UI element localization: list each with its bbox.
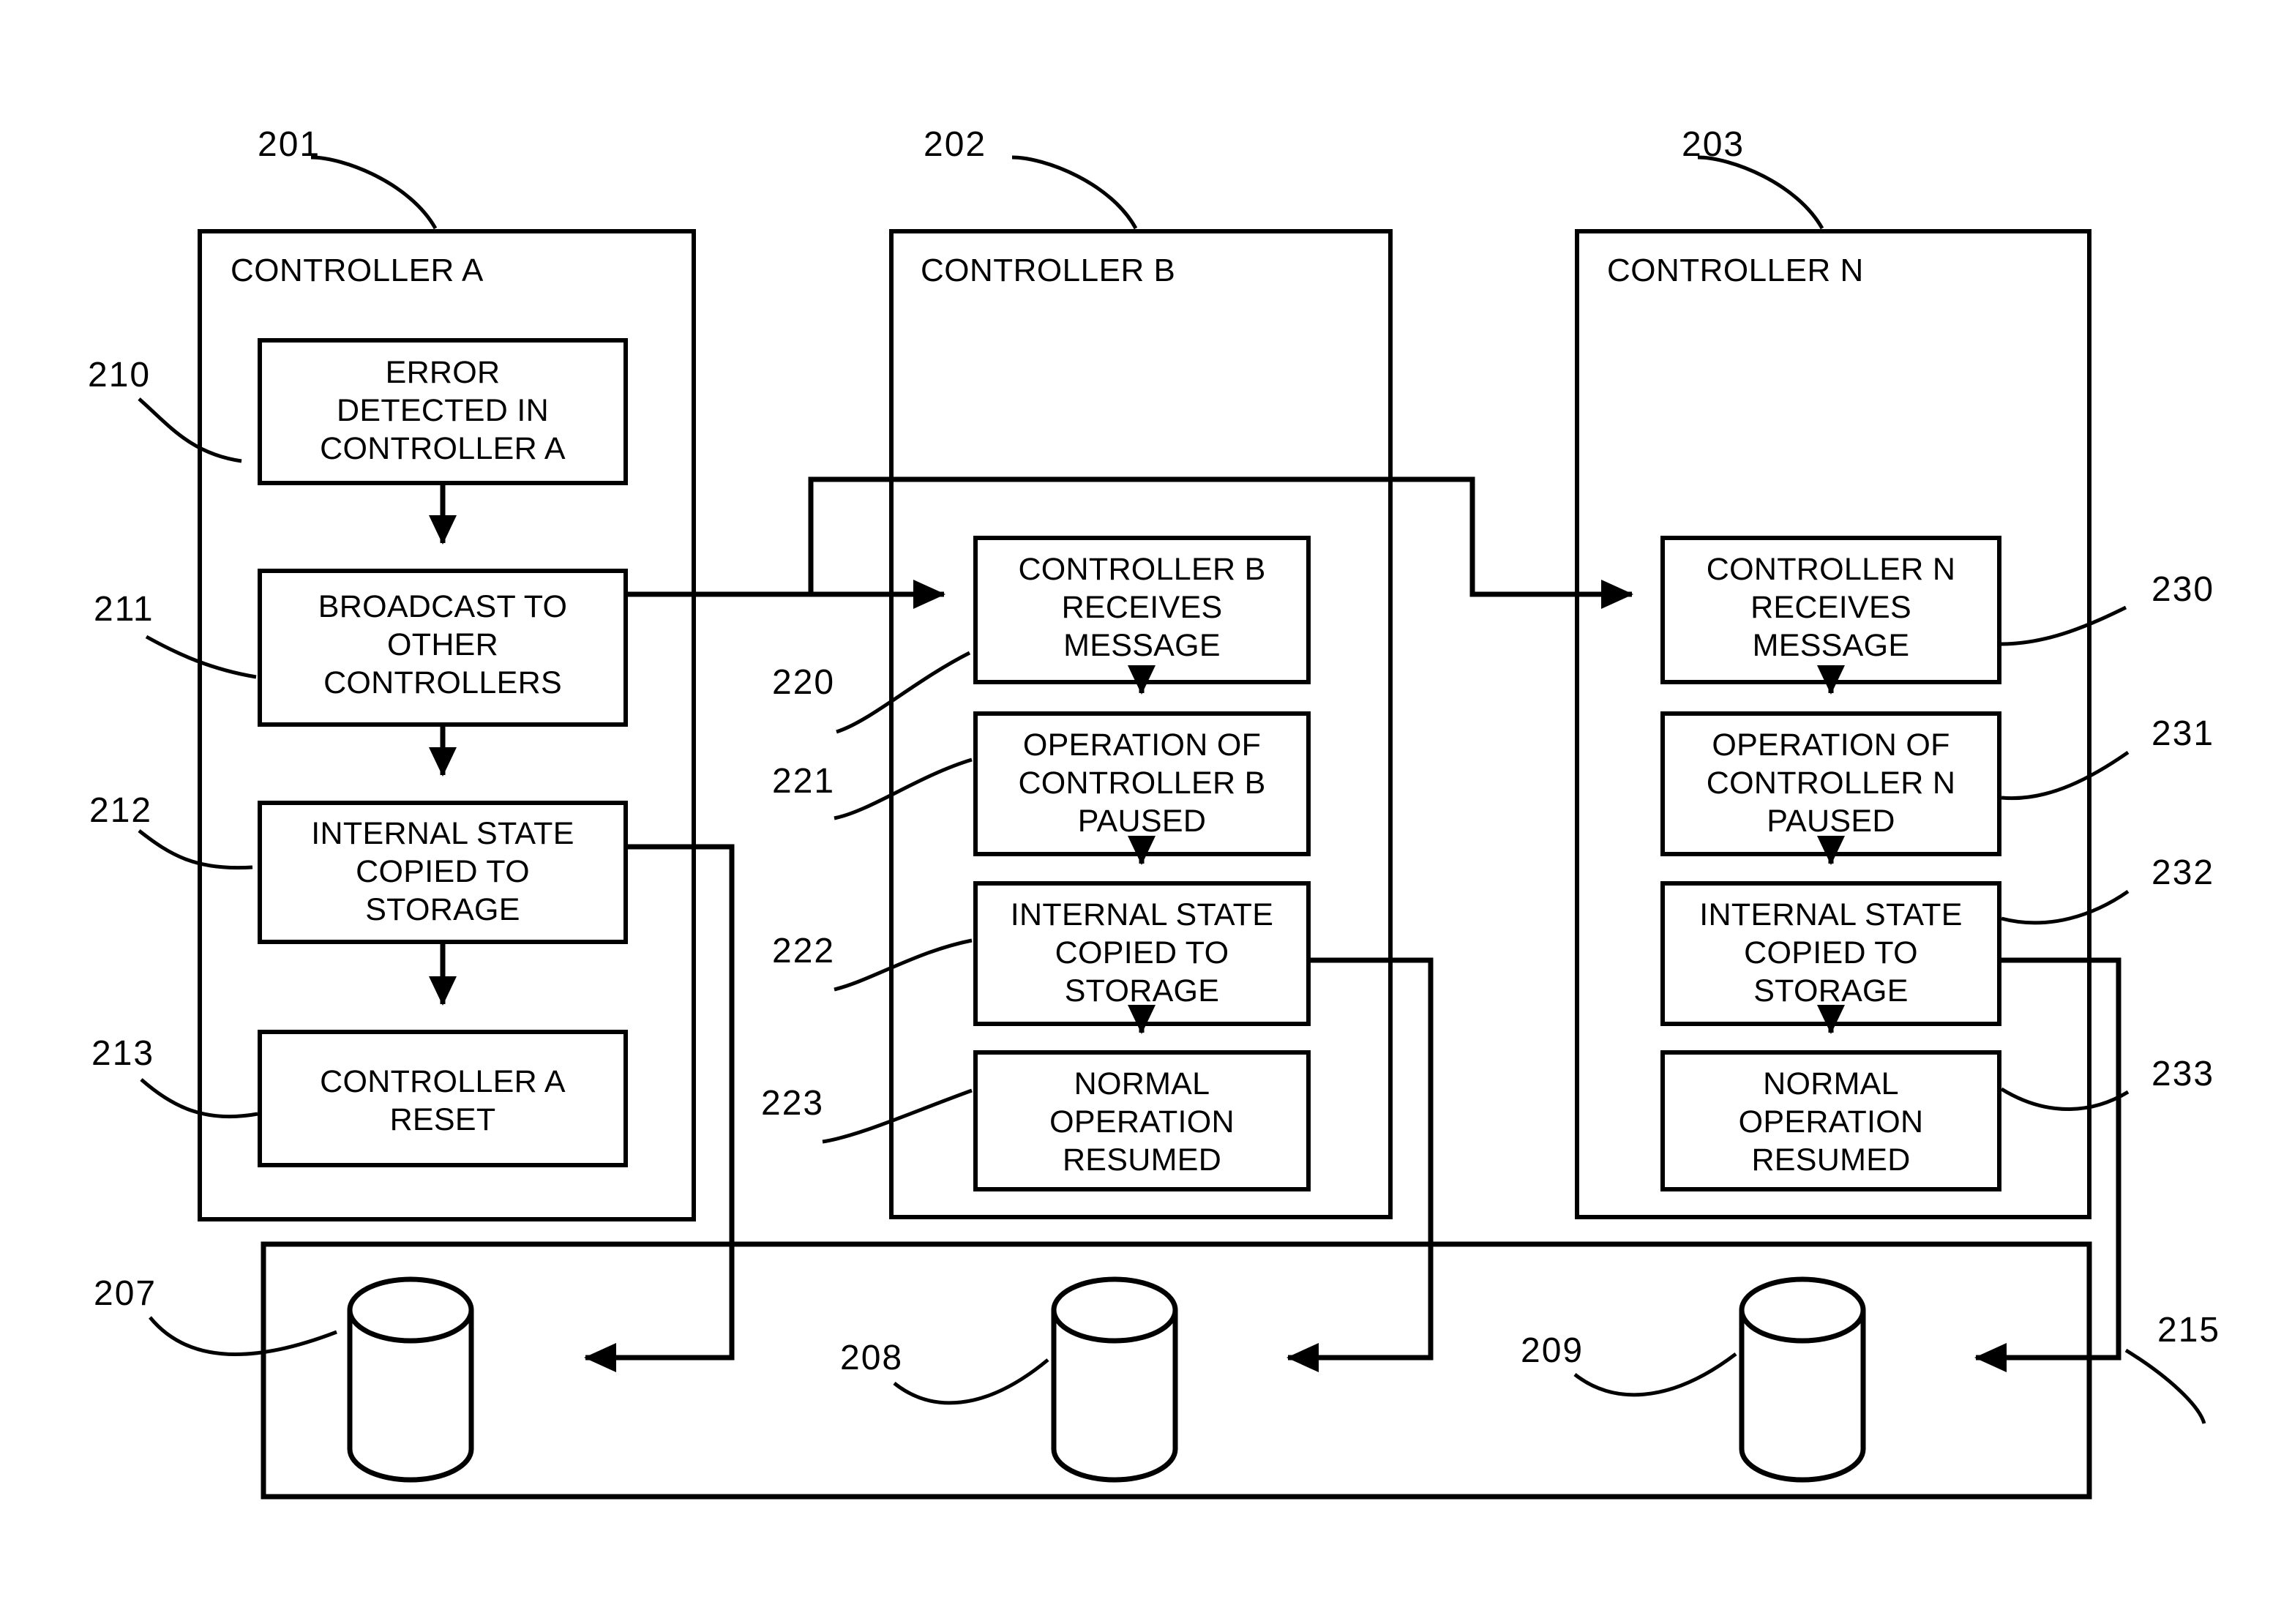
step-210-line3: CONTROLLER A bbox=[320, 431, 566, 466]
leader-210 bbox=[138, 397, 242, 463]
step-231-line1: OPERATION OF bbox=[1712, 727, 1950, 763]
step-210-line1: ERROR bbox=[385, 355, 501, 390]
step-211-line1: BROADCAST TO bbox=[318, 589, 568, 624]
step-211-line2: OTHER bbox=[387, 627, 498, 662]
disk-208 bbox=[1051, 1276, 1178, 1483]
step-212-text: INTERNAL STATE COPIED TO STORAGE bbox=[260, 815, 626, 929]
step-223-line2: OPERATION bbox=[1049, 1104, 1235, 1140]
step-231-line3: PAUSED bbox=[1767, 804, 1895, 839]
leader-203 bbox=[1697, 155, 1824, 230]
leader-230 bbox=[2001, 605, 2127, 646]
step-221-line2: CONTROLLER B bbox=[1018, 766, 1266, 801]
leader-215 bbox=[2124, 1348, 2206, 1424]
step-212-line3: STORAGE bbox=[365, 892, 520, 927]
ref-230: 230 bbox=[2151, 570, 2215, 609]
controller-a-title: CONTROLLER A bbox=[231, 252, 484, 288]
leader-222 bbox=[834, 938, 973, 992]
step-232-line1: INTERNAL STATE bbox=[1699, 897, 1963, 932]
step-212-line2: COPIED TO bbox=[356, 854, 530, 889]
step-211-text: BROADCAST TO OTHER CONTROLLERS bbox=[260, 588, 626, 702]
step-210-text: ERROR DETECTED IN CONTROLLER A bbox=[260, 353, 626, 468]
leader-221 bbox=[834, 757, 973, 820]
step-213-line1: CONTROLLER A bbox=[320, 1064, 566, 1099]
ref-212: 212 bbox=[89, 791, 153, 830]
step-233-line3: RESUMED bbox=[1751, 1142, 1911, 1178]
controller-n-title: CONTROLLER N bbox=[1607, 252, 1864, 288]
step-222-text: INTERNAL STATE COPIED TO STORAGE bbox=[972, 896, 1312, 1010]
step-213-line2: RESET bbox=[389, 1102, 496, 1137]
ref-232: 232 bbox=[2151, 853, 2215, 892]
step-232-line2: COPIED TO bbox=[1744, 935, 1918, 970]
leader-202 bbox=[1011, 155, 1138, 230]
ref-201: 201 bbox=[258, 125, 321, 164]
step-221-text: OPERATION OF CONTROLLER B PAUSED bbox=[972, 726, 1312, 840]
ref-223: 223 bbox=[761, 1084, 825, 1123]
step-212-line1: INTERNAL STATE bbox=[311, 816, 574, 851]
step-213-text: CONTROLLER A RESET bbox=[260, 1063, 626, 1139]
ref-221: 221 bbox=[772, 762, 836, 801]
step-220-text: CONTROLLER B RECEIVES MESSAGE bbox=[972, 550, 1312, 665]
ref-203: 203 bbox=[1682, 125, 1745, 164]
ref-213: 213 bbox=[91, 1034, 155, 1073]
leader-220 bbox=[836, 651, 971, 734]
ref-211: 211 bbox=[94, 590, 154, 629]
step-232-text: INTERNAL STATE COPIED TO STORAGE bbox=[1659, 896, 2003, 1010]
leader-233 bbox=[2000, 1087, 2130, 1111]
ref-215: 215 bbox=[2157, 1311, 2221, 1350]
leader-209 bbox=[1573, 1352, 1737, 1397]
ref-202: 202 bbox=[924, 125, 987, 164]
controller-b-title: CONTROLLER B bbox=[921, 252, 1176, 288]
leader-212 bbox=[138, 829, 253, 870]
step-230-text: CONTROLLER N RECEIVES MESSAGE bbox=[1659, 550, 2003, 665]
step-233-line2: OPERATION bbox=[1738, 1104, 1924, 1140]
leader-208 bbox=[893, 1358, 1049, 1405]
step-221-line3: PAUSED bbox=[1077, 804, 1207, 839]
step-221-line1: OPERATION OF bbox=[1022, 727, 1262, 763]
ref-233: 233 bbox=[2151, 1055, 2215, 1093]
disk-207 bbox=[347, 1276, 474, 1483]
step-230-line3: MESSAGE bbox=[1752, 628, 1910, 663]
ref-209: 209 bbox=[1521, 1331, 1584, 1370]
ref-208: 208 bbox=[840, 1339, 904, 1377]
leader-232 bbox=[2001, 889, 2130, 925]
ref-231: 231 bbox=[2151, 714, 2215, 753]
ref-207: 207 bbox=[94, 1274, 157, 1313]
step-220-line2: RECEIVES bbox=[1061, 590, 1223, 625]
leader-207 bbox=[149, 1316, 337, 1356]
ref-210: 210 bbox=[88, 356, 151, 394]
step-210-line2: DETECTED IN bbox=[337, 393, 549, 428]
ref-222: 222 bbox=[772, 932, 836, 970]
step-231-line2: CONTROLLER N bbox=[1706, 766, 1956, 801]
figure-canvas: 201 202 203 210 211 212 213 220 221 222 … bbox=[0, 0, 2292, 1624]
step-223-line1: NORMAL bbox=[1074, 1066, 1210, 1101]
step-231-text: OPERATION OF CONTROLLER N PAUSED bbox=[1659, 726, 2003, 840]
leader-223 bbox=[822, 1088, 973, 1144]
step-223-line3: RESUMED bbox=[1062, 1142, 1222, 1178]
leader-201 bbox=[310, 155, 438, 230]
step-230-line2: RECEIVES bbox=[1750, 590, 1911, 625]
step-222-line3: STORAGE bbox=[1064, 973, 1220, 1009]
disk-209 bbox=[1739, 1276, 1866, 1483]
step-211-line3: CONTROLLERS bbox=[323, 665, 562, 700]
step-232-line3: STORAGE bbox=[1753, 973, 1909, 1009]
step-223-text: NORMAL OPERATION RESUMED bbox=[972, 1065, 1312, 1179]
ref-220: 220 bbox=[772, 663, 836, 702]
leader-231 bbox=[2001, 750, 2130, 801]
step-220-line1: CONTROLLER B bbox=[1018, 552, 1266, 587]
step-222-line1: INTERNAL STATE bbox=[1010, 897, 1274, 932]
step-233-text: NORMAL OPERATION RESUMED bbox=[1659, 1065, 2003, 1179]
step-222-line2: COPIED TO bbox=[1055, 935, 1229, 970]
step-230-line1: CONTROLLER N bbox=[1706, 552, 1956, 587]
step-220-line3: MESSAGE bbox=[1063, 628, 1221, 663]
step-233-line1: NORMAL bbox=[1763, 1066, 1899, 1101]
